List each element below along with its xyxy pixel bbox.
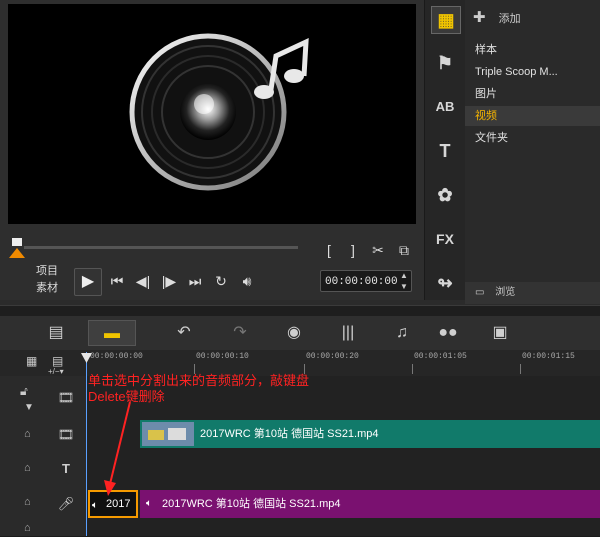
play-icon[interactable]: ▶ — [74, 268, 102, 296]
library-item-triple-scoop[interactable]: Triple Scoop M... — [465, 62, 600, 82]
expand-tracks-icon[interactable]: ▼ — [24, 402, 34, 413]
motion-tracking-icon[interactable]: ●● — [424, 320, 472, 346]
track-manager-icon[interactable]: ▦ — [26, 354, 37, 368]
ruler-label: 00:00:00:20 — [306, 352, 359, 361]
preview-screen — [8, 4, 416, 224]
video-clip[interactable]: 2017WRC 第10站 德国站 SS21.mp4 — [140, 420, 600, 448]
previous-frame-icon[interactable]: ◀| — [132, 271, 154, 291]
browse-label: 浏览 — [495, 287, 516, 298]
cut-icon[interactable]: ✂ — [367, 240, 389, 260]
add-label: 添加 — [498, 13, 521, 25]
library-list: ✚ 添加 样本 Triple Scoop M... 图片 视频 文件夹 ▭ 浏览 — [465, 0, 600, 304]
library-sidebar: ▦ ⚑ AB T ✿ FX ↬ — [424, 0, 465, 300]
mark-in-button[interactable]: [ — [318, 240, 340, 260]
ruler-label: 00:00:01:15 — [522, 352, 575, 361]
sound-mixer-icon[interactable]: ||| — [324, 320, 372, 346]
redo-icon[interactable]: ↷ — [216, 320, 264, 346]
playhead-marker[interactable] — [81, 350, 92, 363]
title-icon[interactable]: T — [431, 138, 459, 164]
lock-icon[interactable]: ⌂ — [24, 522, 31, 534]
library-item-folder[interactable]: 文件夹 — [465, 128, 600, 148]
subtitle-editor-icon[interactable]: ▣ — [476, 320, 524, 346]
transition-icon[interactable]: AB — [431, 94, 459, 120]
timecode-stepper-icon[interactable]: ▲ ▼ — [400, 270, 410, 292]
project-mode-label[interactable]: 项目 — [36, 263, 64, 280]
lock-icon[interactable]: ⌂ — [24, 496, 31, 508]
scrubber-handle[interactable] — [9, 238, 25, 258]
ruler-label: 00:00:01:05 — [414, 352, 467, 361]
library-item-images[interactable]: 图片 — [465, 84, 600, 104]
timeline-view-icon[interactable]: ▬ — [88, 320, 136, 346]
clip-mode-label[interactable]: 素材 — [36, 280, 64, 297]
media-icon[interactable]: ▦ — [431, 6, 461, 34]
browse-button[interactable]: ▭ 浏览 — [465, 282, 600, 304]
video-thumbnail — [142, 422, 194, 446]
go-to-start-icon[interactable]: ⏮ — [106, 271, 128, 291]
plus-icon: ✚ — [473, 9, 486, 26]
track-header-music: ⌂ — [0, 522, 86, 537]
volume-icon[interactable]: 🔊︎ — [236, 271, 258, 291]
track-lane-music[interactable] — [86, 522, 600, 537]
preview-panel: [ ] ✂ ⧉ 项目 素材 ▶ ⏮ ◀| |▶ ⏭ ↻ 🔊︎ 00:00:00:… — [0, 0, 424, 300]
video-track-icon[interactable]: 🎞︎ — [54, 388, 78, 408]
enlarge-preview-icon[interactable]: ⧉ — [393, 240, 415, 260]
track-header-all: 🔓︎ ▼ 🎞︎ — [0, 376, 86, 419]
zoom-controls-icon[interactable]: +/−▾ — [48, 367, 64, 376]
title-track-icon[interactable]: T — [54, 459, 78, 479]
repeat-icon[interactable]: ↻ — [210, 271, 232, 291]
ruler-tick — [520, 364, 521, 374]
audio-clip-icon: 🔈︎ — [92, 500, 98, 511]
record-capture-icon[interactable]: ◉ — [270, 320, 318, 346]
track-lane-title[interactable] — [86, 452, 600, 487]
undo-icon[interactable]: ↶ — [160, 320, 208, 346]
folder-icon: ▭ — [475, 287, 485, 298]
audio-clip-icon: 🔈︎ — [146, 498, 152, 509]
lock-all-icon[interactable]: 🔓︎ — [20, 384, 28, 399]
timecode-display[interactable]: 00:00:00:00 — [320, 270, 412, 292]
lock-icon[interactable]: ⌂ — [24, 428, 31, 440]
overlay-track-icon[interactable]: 🎞︎ — [54, 425, 78, 445]
track-header-overlay: ⌂ 🎞︎ — [0, 418, 86, 453]
video-clip-label: 2017WRC 第10站 德国站 SS21.mp4 — [200, 428, 379, 440]
playhead-line[interactable] — [86, 352, 87, 536]
add-folder-button[interactable]: ✚ 添加 — [473, 8, 521, 26]
ruler-tick — [412, 364, 413, 374]
mark-out-button[interactable]: ] — [342, 240, 364, 260]
annotation-arrow — [104, 401, 131, 496]
library-item-samples[interactable]: 样本 — [465, 40, 600, 60]
graphic-icon[interactable]: ✿ — [431, 182, 459, 208]
ruler-label: 00:00:00:00 — [90, 352, 143, 361]
filter-icon[interactable]: FX — [431, 226, 459, 252]
lock-icon[interactable]: ⌂ — [24, 462, 31, 474]
audio-clip[interactable]: 🔈︎ 2017WRC 第10站 德国站 SS21.mp4 — [140, 490, 600, 518]
play-mode-labels: 项目 素材 — [36, 263, 64, 297]
track-header-title: ⌂ T — [0, 452, 86, 487]
chapter-point-icon[interactable]: ▤ — [52, 354, 63, 368]
scrubber-track[interactable] — [24, 246, 298, 249]
track-header-voice: ⌂ 🎤︎ — [0, 486, 86, 523]
ruler-label: 00:00:00:10 — [196, 352, 249, 361]
next-frame-icon[interactable]: |▶ — [158, 271, 180, 291]
auto-music-icon[interactable]: ♫ — [378, 320, 426, 346]
path-icon[interactable]: ↬ — [431, 270, 459, 296]
instant-project-icon[interactable]: ⚑ — [431, 50, 459, 76]
audio-clip-label: 2017WRC 第10站 德国站 SS21.mp4 — [162, 498, 341, 510]
timeline-toolbar: ▤ ▬ ↶ ↷ ◉ ||| ♫ ●● ▣ — [0, 316, 600, 350]
library-item-videos[interactable]: 视频 — [465, 106, 600, 126]
go-to-end-icon[interactable]: ⏭ — [184, 271, 206, 291]
voice-track-icon[interactable]: 🎤︎ — [54, 494, 78, 514]
storyboard-view-icon[interactable]: ▤ — [32, 320, 80, 346]
audio-placeholder-graphic — [129, 33, 309, 191]
